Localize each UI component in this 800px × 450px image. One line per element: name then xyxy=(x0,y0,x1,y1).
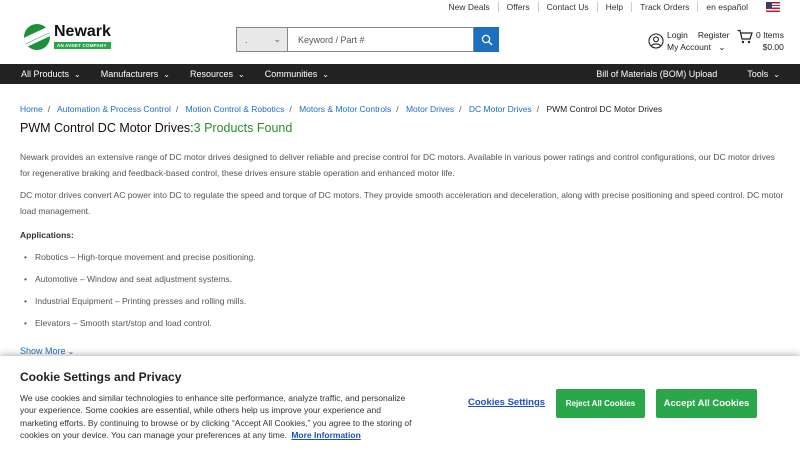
breadcrumb: Home / Automation & Process Control / Moti… xyxy=(20,104,663,114)
search-bar: . ⌄ xyxy=(236,27,499,52)
utility-bar: New Deals Offers Contact Us Help Track O… xyxy=(0,0,800,14)
description-line: Newark provides an extensive range of DC… xyxy=(20,152,775,162)
nav-manufacturers[interactable]: Manufacturers ⌄ xyxy=(91,69,180,79)
cookie-title: Cookie Settings and Privacy xyxy=(20,370,182,384)
breadcrumb-motor-drives[interactable]: Motor Drives xyxy=(406,104,454,114)
list-item: Automotive – Window and seat adjustment … xyxy=(20,271,800,293)
nav-resources[interactable]: Resources ⌄ xyxy=(180,69,255,79)
search-button[interactable] xyxy=(474,27,499,52)
nav-all-products[interactable]: All Products ⌄ xyxy=(0,69,91,79)
cookie-text: We use cookies and similar technologies … xyxy=(20,392,415,441)
chevron-down-icon: ⌄ xyxy=(163,69,170,79)
list-item: Industrial Equipment – Printing presses … xyxy=(20,293,800,315)
description-line: load management. xyxy=(20,206,91,216)
my-account-label[interactable]: My Account xyxy=(667,42,711,52)
track-orders-link[interactable]: Track Orders xyxy=(631,2,697,12)
chevron-down-icon: ⌄ xyxy=(773,69,780,79)
breadcrumb-automation[interactable]: Automation & Process Control xyxy=(57,104,171,114)
search-icon xyxy=(481,34,492,45)
nav-label: Manufacturers xyxy=(100,69,159,79)
nav-label: Tools xyxy=(747,69,769,79)
cart-items: 0 Items xyxy=(756,30,784,40)
nav-label: Resources xyxy=(189,69,233,79)
applications-list: Robotics – High-torque movement and prec… xyxy=(20,249,800,337)
logo-tagline: AN AVNET COMPANY xyxy=(54,42,111,49)
login-link[interactable]: Login xyxy=(667,30,688,40)
logo-name: Newark xyxy=(54,23,111,40)
cookie-banner: Cookie Settings and Privacy We use cooki… xyxy=(0,356,800,450)
page-title: PWM Control DC Motor Drives:3 Products F… xyxy=(20,121,292,135)
register-link[interactable]: Register xyxy=(698,30,730,40)
breadcrumb-current: PWM Control DC Motor Drives xyxy=(546,104,663,114)
product-count: 3 Products Found xyxy=(193,121,293,135)
header: Newark AN AVNET COMPANY . ⌄ Login Registe… xyxy=(0,14,800,64)
offers-link[interactable]: Offers xyxy=(497,2,538,12)
category-description: Newark provides an extensive range of DC… xyxy=(20,149,800,337)
search-category-value: . xyxy=(245,34,248,45)
search-input[interactable] xyxy=(288,27,474,52)
language-link[interactable]: en español xyxy=(697,2,756,12)
nav-communities[interactable]: Communities ⌄ xyxy=(255,69,339,79)
chevron-down-icon: ⌄ xyxy=(273,34,281,44)
chevron-down-icon: ⌄ xyxy=(67,346,75,356)
breadcrumb-motion-control[interactable]: Motion Control & Robotics xyxy=(186,104,285,114)
search-category-select[interactable]: . ⌄ xyxy=(236,27,288,52)
help-link[interactable]: Help xyxy=(596,2,631,12)
main-nav: All Products ⌄ Manufacturers ⌄ Resources ⌄ … xyxy=(0,64,800,84)
nav-label: All Products xyxy=(21,69,70,79)
us-flag-icon[interactable] xyxy=(766,2,780,12)
breadcrumb-home[interactable]: Home xyxy=(20,104,43,114)
cart[interactable]: 0 Items $0.00 xyxy=(737,29,784,53)
new-deals-link[interactable]: New Deals xyxy=(440,2,497,12)
breadcrumb-motors[interactable]: Motors & Motor Controls xyxy=(299,104,391,114)
nav-bom-upload[interactable]: Bill of Materials (BOM) Upload xyxy=(586,69,737,79)
chevron-down-icon: ⌄ xyxy=(238,69,245,79)
chevron-down-icon: ⌄ xyxy=(322,69,329,79)
nav-tools[interactable]: Tools ⌄ xyxy=(737,69,800,79)
show-more-label: Show More xyxy=(20,346,66,356)
list-item: Robotics – High-torque movement and prec… xyxy=(20,249,800,271)
title-main: PWM Control DC Motor Drives: xyxy=(20,121,194,135)
applications-heading: Applications: xyxy=(20,230,74,240)
cookies-settings-button[interactable]: Cookies Settings xyxy=(468,397,545,408)
chevron-down-icon: ⌄ xyxy=(74,69,81,79)
reject-all-cookies-button[interactable]: Reject All Cookies xyxy=(556,389,645,418)
cart-icon xyxy=(737,29,753,44)
newark-logo[interactable]: Newark AN AVNET COMPANY xyxy=(24,24,111,50)
description-line: for regenerative braking and feedback-ba… xyxy=(20,168,455,178)
account-menu[interactable]: Login Register My Account ⌄ xyxy=(648,29,739,53)
user-icon xyxy=(648,33,664,49)
nav-label: Communities xyxy=(264,69,318,79)
list-item: Elevators – Smooth start/stop and load c… xyxy=(20,315,800,337)
show-more-link[interactable]: Show More ⌄ xyxy=(20,346,74,356)
accept-all-cookies-button[interactable]: Accept All Cookies xyxy=(656,389,757,418)
more-information-link[interactable]: More Information xyxy=(291,430,360,440)
description-line: DC motor drives convert AC power into DC… xyxy=(20,190,784,200)
breadcrumb-dc-motor-drives[interactable]: DC Motor Drives xyxy=(469,104,532,114)
cart-total: $0.00 xyxy=(762,42,784,52)
contact-us-link[interactable]: Contact Us xyxy=(537,2,597,12)
chevron-down-icon: ⌄ xyxy=(718,42,726,52)
newark-logo-icon xyxy=(24,24,50,50)
